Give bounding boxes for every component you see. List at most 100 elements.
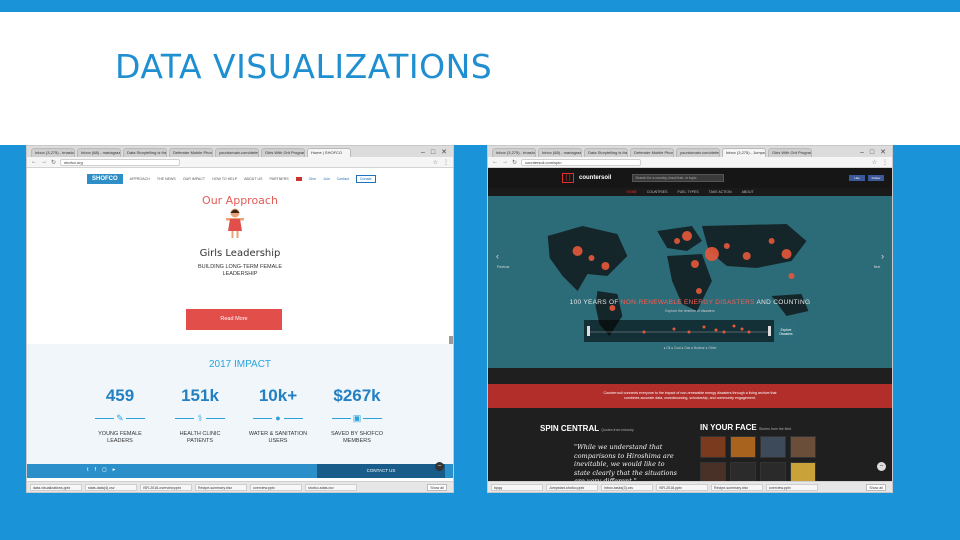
read-more-button[interactable]: Read More bbox=[186, 309, 282, 330]
shofco-logo[interactable]: SHOFCO bbox=[87, 174, 123, 184]
facebook-icon[interactable]: f bbox=[95, 467, 97, 473]
nav-link[interactable]: OUR IMPACT bbox=[183, 177, 205, 181]
nav-link[interactable]: HOW TO HELP bbox=[212, 177, 237, 181]
headline-text: 100 YEARS OF bbox=[569, 299, 621, 306]
download-item[interactable]: ISR-2018.pptx bbox=[656, 483, 708, 491]
stat-label: WATER & SANITATION USERS bbox=[233, 431, 323, 445]
nav-link[interactable]: THE NEWS bbox=[157, 177, 176, 181]
stat-label-line: MEMBERS bbox=[343, 438, 371, 444]
browser-tab-active[interactable]: Home | SHOFCO bbox=[307, 148, 351, 157]
story-thumbnail[interactable] bbox=[760, 436, 786, 458]
nav-link-contact[interactable]: Contact bbox=[337, 177, 349, 181]
explore-disasters-button[interactable]: Explore Disasters bbox=[776, 322, 796, 340]
menu-icon[interactable]: ⋮ bbox=[443, 159, 449, 166]
in-your-face-title: IN YOUR FACE Stories from the field bbox=[700, 423, 791, 432]
back-icon[interactable]: ← bbox=[492, 159, 498, 165]
maximize-icon[interactable]: □ bbox=[431, 148, 435, 157]
next-arrow-icon[interactable]: › bbox=[881, 251, 884, 261]
site-navigation: SHOFCO APPROACH THE NEWS OUR IMPACT HOW … bbox=[27, 168, 453, 190]
approach-title: Our Approach bbox=[202, 194, 278, 207]
facebook-like-button[interactable]: Like bbox=[849, 175, 865, 181]
disaster-timeline-slider[interactable] bbox=[584, 320, 774, 342]
nav-link[interactable]: ABOUT bbox=[742, 188, 754, 196]
site-logo[interactable]: countersoil bbox=[579, 175, 611, 181]
star-icon[interactable]: ☆ bbox=[433, 159, 438, 166]
spin-central-title: SPIN CENTRAL Quotes from industry bbox=[540, 424, 634, 433]
countersoil-logo-icon[interactable]: [ ] bbox=[562, 173, 574, 183]
nav-link[interactable]: APPROACH bbox=[130, 177, 150, 181]
site-search-input[interactable]: Search for a country, fossil fuel, or to… bbox=[632, 174, 725, 182]
browser-tab-active[interactable]: Inbox (3,275) - Jumpstart bbox=[722, 148, 766, 157]
download-item[interactable]: ISR-2018-overview.pptx bbox=[140, 483, 192, 491]
download-item[interactable]: overview.pptx bbox=[766, 483, 818, 491]
browser-tab[interactable]: Inbox (88) - mariagrazi bbox=[77, 148, 121, 157]
money-icon: ▣ bbox=[351, 412, 363, 424]
mission-text: combines accurate data, crowdsourcing, s… bbox=[624, 396, 756, 400]
instagram-icon[interactable]: ◻ bbox=[102, 467, 107, 473]
url-input[interactable]: shofco.org bbox=[60, 158, 181, 166]
nav-link[interactable]: PARTNERS bbox=[269, 177, 288, 181]
contact-us-button[interactable]: CONTACT US bbox=[317, 464, 445, 478]
menu-icon[interactable]: ⋮ bbox=[882, 159, 888, 166]
nav-link[interactable]: TAKE ACTION bbox=[709, 188, 732, 196]
story-thumbnail[interactable] bbox=[730, 436, 756, 458]
minimize-icon[interactable]: – bbox=[860, 148, 864, 157]
download-item[interactable]: Inbox-tasks(3).csv bbox=[601, 483, 653, 491]
maximize-icon[interactable]: □ bbox=[870, 148, 874, 157]
previous-arrow-icon[interactable]: ‹ bbox=[496, 251, 499, 261]
story-thumbnail[interactable] bbox=[700, 436, 726, 458]
star-icon[interactable]: ☆ bbox=[872, 159, 877, 166]
nav-link[interactable]: FUEL TYPES bbox=[677, 188, 698, 196]
nav-link-give[interactable]: Give bbox=[309, 177, 316, 181]
program-title: Girls Leadership bbox=[199, 248, 281, 259]
reload-icon[interactable]: ↻ bbox=[512, 159, 517, 166]
show-all-button[interactable]: Show all bbox=[866, 483, 886, 491]
nav-link-join[interactable]: Join bbox=[323, 177, 330, 181]
close-icon[interactable]: ✕ bbox=[880, 148, 886, 157]
forward-icon[interactable]: → bbox=[41, 159, 47, 165]
story-thumbnail[interactable] bbox=[790, 436, 816, 458]
download-item[interactable]: Jumpstart-shofco.pptx bbox=[546, 483, 598, 491]
browser-tab[interactable]: Inbox (88) - mariagrazi bbox=[538, 148, 582, 157]
browser-tab[interactable]: Data Storytelling is the bbox=[123, 148, 167, 157]
browser-tab[interactable]: Inbox (3,275) - tmaslow bbox=[492, 148, 536, 157]
nav-link[interactable]: ABOUT US bbox=[244, 177, 262, 181]
minus-icon[interactable]: – bbox=[877, 462, 886, 471]
browser-tab[interactable]: Girls With Grit Program bbox=[261, 148, 305, 157]
browser-tab[interactable]: Defender Mobile Phones bbox=[169, 148, 213, 157]
reload-icon[interactable]: ↻ bbox=[51, 159, 56, 166]
nav-link-home[interactable]: HOME bbox=[626, 188, 637, 196]
site-navigation: HOME COUNTRIES FUEL TYPES TAKE ACTION AB… bbox=[488, 188, 892, 196]
countersoil-page: [ ] countersoil Search for a country, fo… bbox=[488, 168, 892, 485]
download-item[interactable]: data-visualizations.pptx bbox=[30, 483, 82, 491]
browser-tab[interactable]: Defender Mobile Phones bbox=[630, 148, 674, 157]
twitter-icon[interactable]: t bbox=[87, 467, 89, 473]
stat-label-line: USERS bbox=[268, 438, 288, 444]
download-item[interactable]: shofco-stats.csv bbox=[305, 483, 357, 491]
download-item[interactable]: Recipe-summary.xlsx bbox=[195, 483, 247, 491]
close-icon[interactable]: ✕ bbox=[441, 148, 447, 157]
browser-tab[interactable]: yourdomain.com/defende bbox=[676, 148, 720, 157]
download-item[interactable]: overview.pptx bbox=[250, 483, 302, 491]
donate-button[interactable]: Donate bbox=[356, 175, 376, 183]
twitter-follow-button[interactable]: Follow bbox=[868, 175, 884, 181]
browser-tab[interactable]: Data Storytelling is the bbox=[584, 148, 628, 157]
forward-icon[interactable]: → bbox=[502, 159, 508, 165]
show-all-button[interactable]: Show all bbox=[427, 483, 447, 491]
world-disaster-map[interactable] bbox=[488, 196, 892, 368]
download-item[interactable]: stats-data(4).csv bbox=[85, 483, 137, 491]
download-item[interactable]: Recipe-summary.xlsx bbox=[711, 483, 763, 491]
back-icon[interactable]: ← bbox=[31, 159, 37, 165]
in-your-face-heading: IN YOUR FACE bbox=[700, 423, 757, 432]
minus-icon[interactable]: – bbox=[435, 462, 444, 471]
nav-link[interactable]: COUNTRIES bbox=[647, 188, 668, 196]
url-input[interactable]: countersoil.com/spin bbox=[521, 158, 642, 166]
browser-tab[interactable]: Inbox (3,275) - tmaslow bbox=[31, 148, 75, 157]
browser-tab[interactable]: yourdomain.com/defende bbox=[215, 148, 259, 157]
impact-stat: 10k+ ● WATER & SANITATION USERS bbox=[233, 386, 323, 445]
slide-title: DATA VISUALIZATIONS bbox=[115, 47, 493, 86]
minimize-icon[interactable]: – bbox=[421, 148, 425, 157]
download-item[interactable]: bpqq bbox=[491, 483, 543, 491]
youtube-icon[interactable]: ▸ bbox=[113, 467, 116, 473]
browser-tab[interactable]: Girls With Grit Program bbox=[768, 148, 812, 157]
